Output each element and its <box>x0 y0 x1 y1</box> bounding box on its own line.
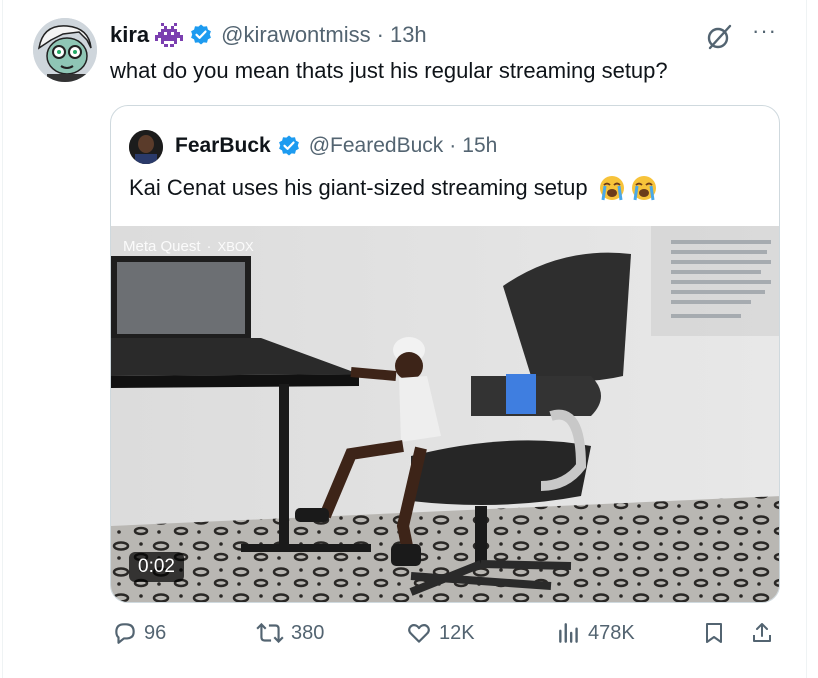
views-icon <box>559 623 578 643</box>
action-bar: 96 380 12K 478K <box>110 620 780 654</box>
reply-button[interactable]: 96 <box>112 620 166 646</box>
verified-badge-icon[interactable] <box>277 134 301 158</box>
more-icon[interactable]: ··· <box>752 18 777 44</box>
author-name[interactable]: kira <box>110 22 149 48</box>
views-button[interactable]: 478K <box>556 620 635 646</box>
quote-header: FearBuck @FearedBuck · 15h <box>175 131 497 161</box>
views-count: 478K <box>588 621 635 644</box>
verified-badge-icon[interactable] <box>189 23 213 47</box>
share-icon <box>753 623 771 642</box>
quote-text: Kai Cenat uses his giant-sized streaming… <box>129 175 588 200</box>
watermark-separator: · <box>206 238 212 255</box>
repost-icon <box>256 622 284 644</box>
bookmark-button[interactable] <box>702 620 726 646</box>
xbox-label: XBOX <box>217 239 254 254</box>
repost-button[interactable]: 380 <box>255 620 324 646</box>
quote-time[interactable]: 15h <box>462 134 497 158</box>
video-watermark: Meta Quest · XBOX <box>123 238 254 255</box>
repost-count: 380 <box>291 621 325 644</box>
tweet-text: what do you mean thats just his regular … <box>110 58 668 83</box>
video-player[interactable]: Meta Quest · XBOX 0:02 <box>111 226 779 602</box>
reply-icon <box>115 623 135 644</box>
quote-author-avatar[interactable] <box>129 130 163 164</box>
quote-header-separator: · <box>449 134 457 157</box>
grok-icon[interactable] <box>704 22 734 52</box>
quote-text-row: Kai Cenat uses his giant-sized streaming… <box>129 174 658 202</box>
like-icon <box>408 624 430 643</box>
like-count: 12K <box>439 621 475 644</box>
space-invader-icon <box>155 23 184 47</box>
tweet-time[interactable]: 13h <box>390 22 427 48</box>
video-timestamp: 0:02 <box>129 552 184 582</box>
reply-count: 96 <box>144 621 167 644</box>
loudly-crying-face-icon <box>598 174 626 202</box>
loudly-crying-face-icon <box>630 174 658 202</box>
tweet[interactable]: kira @kirawontmiss · 13h ··· what do you… <box>0 0 818 678</box>
author-handle[interactable]: @kirawontmiss <box>221 22 370 48</box>
video-frame <box>111 226 779 602</box>
author-avatar[interactable] <box>33 18 97 82</box>
header-separator: · <box>376 22 384 47</box>
share-button[interactable] <box>750 620 774 646</box>
quote-author-name[interactable]: FearBuck <box>175 134 271 158</box>
quoted-tweet[interactable]: FearBuck @FearedBuck · 15h Kai Cenat use… <box>110 105 780 603</box>
like-button[interactable]: 12K <box>405 620 475 646</box>
meta-quest-label: Meta Quest <box>123 238 201 255</box>
tweet-header: kira @kirawontmiss · 13h <box>110 20 427 50</box>
bookmark-icon <box>706 623 722 643</box>
quote-author-handle[interactable]: @FearedBuck <box>309 134 444 158</box>
